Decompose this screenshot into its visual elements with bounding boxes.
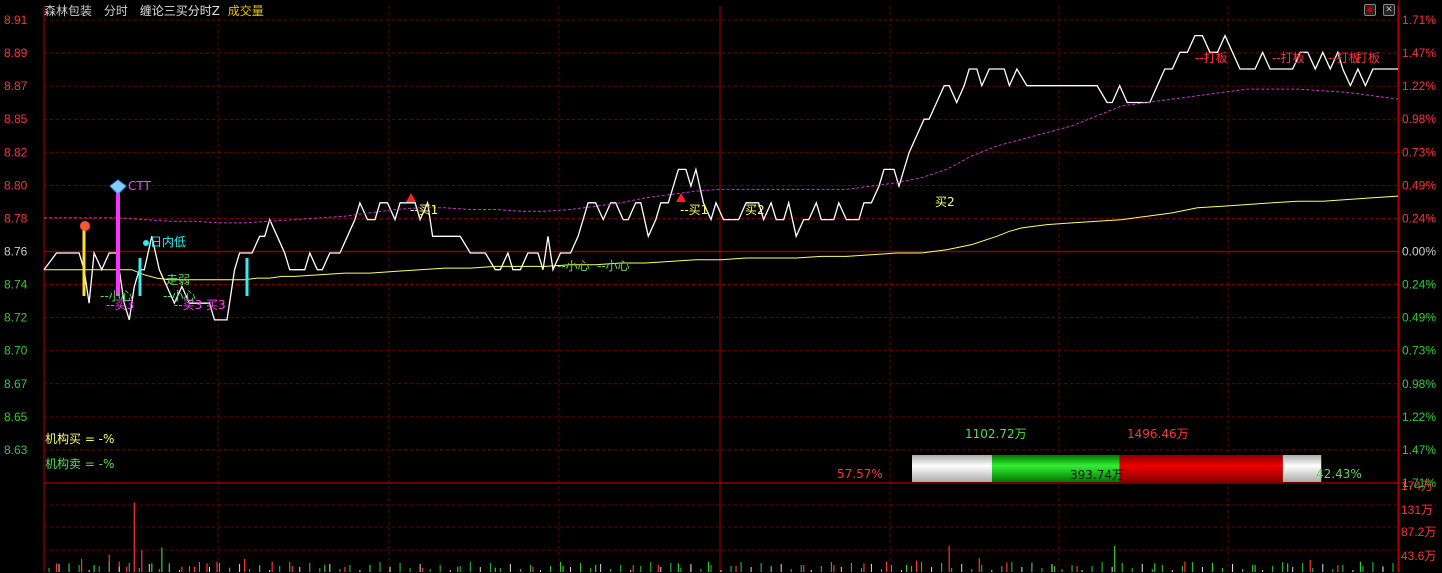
price-tick-label: 8.85 xyxy=(4,112,28,126)
signal-label-buy1-a: --买1 xyxy=(410,203,438,217)
signal-label-caution-d: --小心 xyxy=(597,259,630,273)
buy-triangle xyxy=(406,193,416,202)
price-tick-label: 8.80 xyxy=(4,178,28,192)
institution-panel: 机构买 = -% 机构卖 = -% 1102.72万 1496.46万 57.57% 39… xyxy=(45,427,1362,482)
right-percent: 42.43% xyxy=(1316,467,1362,481)
price-tick-label: 8.67 xyxy=(4,377,28,391)
chart-header: 森林包装 分时 缠论三买分时Z 成交量 xyxy=(44,2,272,19)
view-mode[interactable]: 分时 xyxy=(104,4,128,18)
signal-label-buy2-b: 买2 xyxy=(935,195,955,209)
price-axis-left: 8.91 8.89 8.87 8.85 8.82 8.80 8.78 8.76 8.74 8.72… xyxy=(4,13,28,457)
volume-bars xyxy=(48,502,1394,572)
signal-label-ctt: CTT xyxy=(128,179,151,193)
volume-tick-label: 43.6万 xyxy=(1401,549,1436,563)
percent-tick-label: 0.00% xyxy=(1402,245,1436,259)
signal-label-buy1-b: --买1 xyxy=(680,203,708,217)
percent-axis-right: 1.71% 1.47% 1.22% 0.98% 0.73% 0.49% 0.24% 0.00%… xyxy=(1402,13,1436,490)
price-tick-label: 8.63 xyxy=(4,443,28,457)
institution-sell-label: 机构卖 = -% xyxy=(45,456,114,471)
percent-tick-label: 0.49% xyxy=(1402,311,1436,325)
indicator-name[interactable]: 缠论三买分时Z xyxy=(140,4,220,18)
price-tick-label: 8.78 xyxy=(4,211,28,225)
volume-tick-label: 174万 xyxy=(1401,479,1433,493)
percent-tick-label: 1.71% xyxy=(1402,13,1436,27)
percent-tick-label: 0.98% xyxy=(1402,377,1436,391)
signal-label-buy2-a: 买2 xyxy=(745,203,765,217)
signal-label-intraday-low: 日内低 xyxy=(150,235,186,249)
price-tick-label: 8.76 xyxy=(4,245,28,259)
volume-axis: 174万 131万 87.2万 43.6万 xyxy=(1401,479,1436,563)
intraday-chart[interactable]: 8.91 8.89 8.87 8.85 8.82 8.80 8.78 8.76 8.74 8.72… xyxy=(0,0,1442,573)
signal-label-board-b: --打板 xyxy=(1272,51,1305,65)
percent-tick-label: 0.24% xyxy=(1402,278,1436,292)
percent-tick-label: 0.73% xyxy=(1402,344,1436,358)
percent-tick-label: 1.47% xyxy=(1402,46,1436,60)
price-tick-label: 8.87 xyxy=(4,79,28,93)
volume-tick-label: 87.2万 xyxy=(1401,525,1436,539)
signal-label-caution-a: --小心 xyxy=(100,289,133,303)
stock-name: 森林包装 xyxy=(44,4,93,18)
percent-tick-label: 0.73% xyxy=(1402,145,1436,159)
signal-label-weak: 走弱 xyxy=(166,273,190,287)
percent-tick-label: 0.98% xyxy=(1402,112,1436,126)
left-percent: 57.57% xyxy=(837,467,883,481)
signal-label-buy3-b: --买3 xyxy=(174,298,202,312)
ratio-bar-segment xyxy=(1119,455,1283,482)
institution-buy-label: 机构买 = -% xyxy=(45,431,114,446)
diamond-icon xyxy=(109,179,127,195)
signal-label-board-a: --打板 xyxy=(1195,51,1228,65)
signal-label-board-d: 打板 xyxy=(1356,51,1380,65)
volume-tick-label: 131万 xyxy=(1401,503,1433,517)
volume-label[interactable]: 成交量 xyxy=(228,4,264,18)
intraday-low-dot xyxy=(143,240,149,246)
signal-label-caution-c: --小心 xyxy=(557,259,590,273)
percent-tick-label: 0.49% xyxy=(1402,178,1436,192)
signal-label-buy3-c: 买3 xyxy=(206,298,226,312)
buy-amount: 1102.72万 xyxy=(965,427,1027,441)
signal-labels: --买3--小心CTT日内低走弱--小心--买3 买3--买1--小心 --小心--… xyxy=(100,51,1380,312)
price-tick-label: 8.70 xyxy=(4,344,28,358)
moving-average-line xyxy=(44,88,1399,224)
sell-amount: 1496.46万 xyxy=(1127,427,1189,441)
percent-tick-label: 1.22% xyxy=(1402,79,1436,93)
price-tick-label: 8.89 xyxy=(4,46,28,60)
price-tick-label: 8.82 xyxy=(4,145,28,159)
fire-icon xyxy=(80,221,90,231)
close-icon[interactable]: ✕ xyxy=(1383,4,1395,16)
settings-icon[interactable]: ◉ xyxy=(1364,4,1376,16)
price-tick-label: 8.65 xyxy=(4,410,28,424)
price-tick-label: 8.91 xyxy=(4,13,28,27)
buy-triangle xyxy=(676,193,686,202)
percent-tick-label: 0.24% xyxy=(1402,211,1436,225)
mid-amount: 393.74万 xyxy=(1070,468,1124,482)
price-tick-label: 8.74 xyxy=(4,278,28,292)
percent-tick-label: 1.22% xyxy=(1402,410,1436,424)
price-tick-label: 8.72 xyxy=(4,311,28,325)
ratio-bar-segment xyxy=(912,455,992,482)
percent-tick-label: 1.47% xyxy=(1402,443,1436,457)
